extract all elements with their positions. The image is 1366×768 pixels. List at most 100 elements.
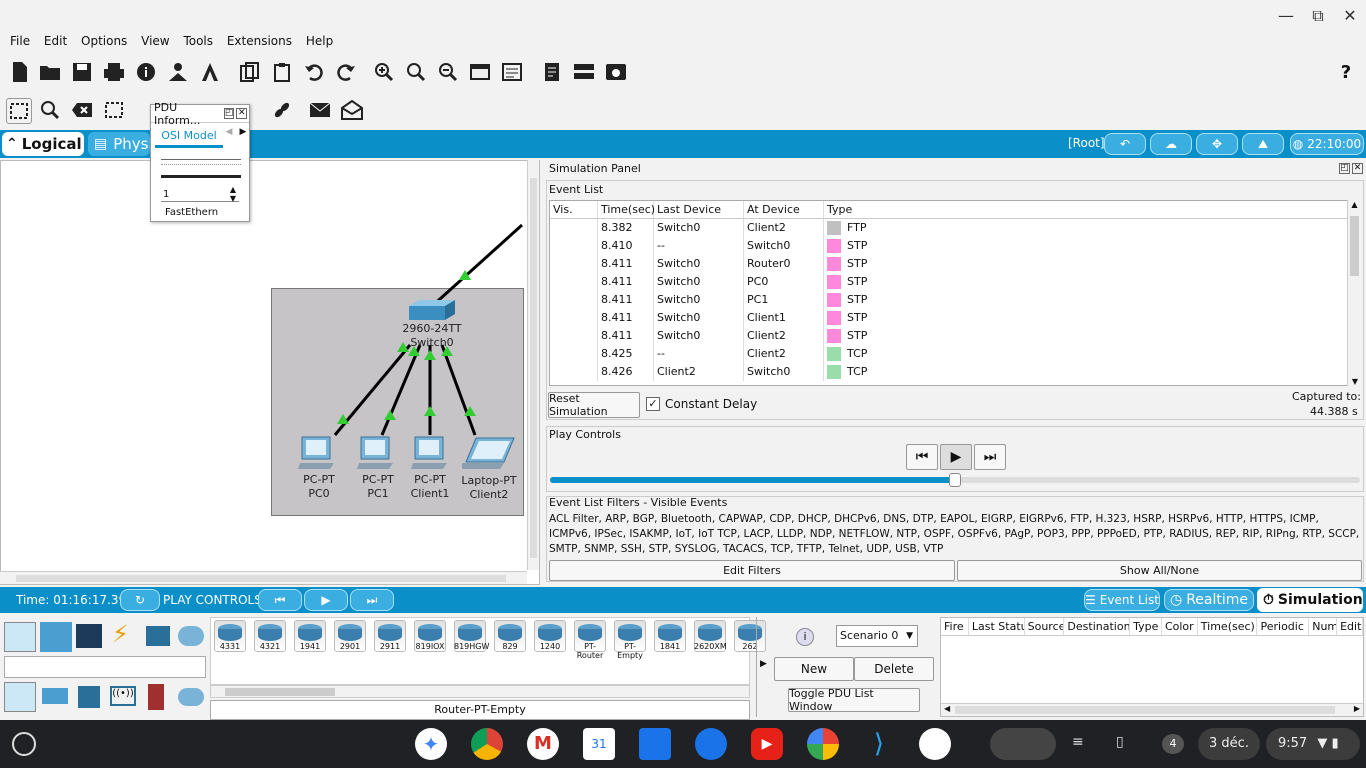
minimize-button[interactable]: — [1276, 6, 1296, 26]
pc-icon[interactable] [298, 435, 338, 471]
user-avatars[interactable] [990, 728, 1056, 760]
end-devices-icon[interactable] [40, 622, 72, 652]
forward-step-icon[interactable]: ⏭ [350, 589, 394, 611]
event-row[interactable]: 8.425 -- Client2 TCP [550, 345, 1348, 363]
pdu-col-header[interactable]: Fire [941, 618, 969, 635]
event-row[interactable]: 8.426 Client2 Switch0 TCP [550, 363, 1348, 381]
event-type-color[interactable] [827, 275, 841, 289]
inspect-icon[interactable] [38, 98, 62, 122]
event-row[interactable]: 8.382 Switch0 Client2 FTP [550, 219, 1348, 237]
device-search-input[interactable] [4, 656, 206, 678]
network-devices-icon[interactable] [4, 622, 36, 652]
chrome-icon[interactable] [471, 728, 503, 760]
event-type-color[interactable] [827, 239, 841, 253]
components-icon[interactable] [76, 624, 102, 648]
event-vis[interactable] [550, 255, 598, 273]
menu-view[interactable]: View [141, 32, 169, 50]
save-icon[interactable] [70, 60, 94, 84]
close-icon[interactable]: ✕ [236, 108, 248, 119]
zoom-out-icon[interactable] [436, 60, 460, 84]
calendar-icon[interactable]: 31 [583, 728, 615, 760]
event-row[interactable]: 8.410 -- Switch0 STP [550, 237, 1348, 255]
background-image-icon[interactable]: ⛰ [1242, 133, 1284, 155]
event-vis[interactable] [550, 219, 598, 237]
toggle-pdu-list-button[interactable]: Toggle PDU List Window [788, 687, 920, 713]
play-speed-slider[interactable] [550, 473, 1360, 487]
col-vis[interactable]: Vis. [550, 201, 598, 218]
event-list-scrollbar[interactable]: ▲ ▼ [1347, 200, 1361, 386]
paste-icon[interactable] [270, 60, 294, 84]
zoom-in-icon[interactable] [372, 60, 396, 84]
col-last-device[interactable]: Last Device [654, 201, 744, 218]
event-vis[interactable] [550, 237, 598, 255]
messages-icon[interactable] [695, 728, 727, 760]
switches-category-icon[interactable] [42, 688, 68, 704]
copy-icon[interactable] [238, 60, 262, 84]
files-icon[interactable] [639, 728, 671, 760]
play-icon[interactable]: ▶ [940, 444, 972, 470]
event-row[interactable]: 8.411 Switch0 PC1 STP [550, 291, 1348, 309]
tab-scroll-left-icon[interactable]: ◀ [223, 127, 235, 143]
system-tray[interactable]: 9:57 ▼ ▮ [1266, 728, 1360, 760]
media-queue-icon[interactable]: ≡ [1072, 734, 1092, 754]
forward-step-icon[interactable]: ⏭ [974, 444, 1006, 470]
custom-device-icon[interactable] [500, 60, 524, 84]
device-list-scrollbar[interactable] [210, 685, 750, 698]
slider-handle[interactable] [949, 473, 961, 487]
event-vis[interactable] [550, 309, 598, 327]
event-vis[interactable] [550, 327, 598, 345]
packet-tracer-icon[interactable] [919, 728, 951, 760]
drawing-palette-icon[interactable] [468, 60, 492, 84]
move-object-icon[interactable]: ✥ [1196, 133, 1238, 155]
event-vis[interactable] [550, 291, 598, 309]
vscode-icon[interactable]: ⟩ [863, 728, 895, 760]
simulation-button[interactable]: ⏱ Simulation [1257, 588, 1363, 612]
edit-filters-button[interactable]: Edit Filters [549, 560, 955, 581]
show-all-none-button[interactable]: Show All/None [957, 560, 1362, 581]
pdu-col-header[interactable]: Periodic [1257, 618, 1310, 635]
tab-physical[interactable]: ▤ Physi [88, 132, 153, 156]
zoom-reset-icon[interactable] [404, 60, 428, 84]
launcher-icon[interactable] [12, 732, 36, 756]
event-type-color[interactable] [827, 221, 841, 235]
info-icon[interactable] [134, 60, 158, 84]
back-step-icon[interactable]: ⏮ [258, 589, 302, 611]
viewport-clock[interactable]: ◍ 22:10:00 [1290, 133, 1364, 155]
pdu-col-header[interactable]: Time(sec) [1198, 618, 1258, 635]
event-type-color[interactable] [827, 365, 841, 379]
realtime-button[interactable]: ◷ Realtime [1164, 589, 1254, 611]
delete-scenario-button[interactable]: Delete [854, 657, 934, 681]
event-row[interactable]: 8.411 Switch0 Client2 STP [550, 327, 1348, 345]
new-file-icon[interactable] [8, 60, 32, 84]
restore-button[interactable]: ⧉ [1308, 6, 1328, 26]
pdu-col-header[interactable]: Color [1162, 618, 1198, 635]
event-type-color[interactable] [827, 329, 841, 343]
notification-badge[interactable]: 4 [1162, 734, 1184, 754]
tab-scroll-right-icon[interactable]: ▶ [237, 127, 249, 143]
back-step-icon[interactable]: ⏮ [906, 444, 938, 470]
menu-tools[interactable]: Tools [183, 32, 213, 50]
connections-icon[interactable]: ⚡ [112, 620, 138, 650]
delete-icon[interactable] [70, 98, 94, 122]
workspace-vscrollbar[interactable] [527, 160, 539, 570]
add-complex-pdu-icon[interactable] [340, 98, 364, 122]
event-vis[interactable] [550, 363, 598, 381]
pc-icon[interactable] [357, 435, 397, 471]
print-icon[interactable] [102, 60, 126, 84]
tab-osi-model[interactable]: OSI Model [159, 129, 219, 142]
event-type-color[interactable] [827, 257, 841, 271]
col-at-device[interactable]: At Device [744, 201, 824, 218]
col-time[interactable]: Time(sec) [598, 201, 655, 218]
pdu-col-header[interactable]: Source [1025, 618, 1065, 635]
root-label[interactable]: [Root] [1068, 136, 1105, 150]
open-folder-icon[interactable] [38, 60, 62, 84]
pdu-col-header[interactable]: Last Status [969, 618, 1025, 635]
laptop-icon[interactable] [462, 436, 516, 472]
youtube-icon[interactable]: ▶ [751, 728, 783, 760]
cluster-icon[interactable]: ☁ [1150, 133, 1192, 155]
pdu-col-header[interactable]: Type [1130, 618, 1162, 635]
scenario-select[interactable]: Scenario 0 ▼ [836, 625, 918, 647]
network-wizard-icon[interactable] [166, 60, 190, 84]
switch-icon[interactable] [407, 298, 457, 322]
pdu-information-window[interactable]: PDU Inform... ◰ ✕ OSI Model ◀ ▶ 1 FastEt… [150, 101, 250, 222]
